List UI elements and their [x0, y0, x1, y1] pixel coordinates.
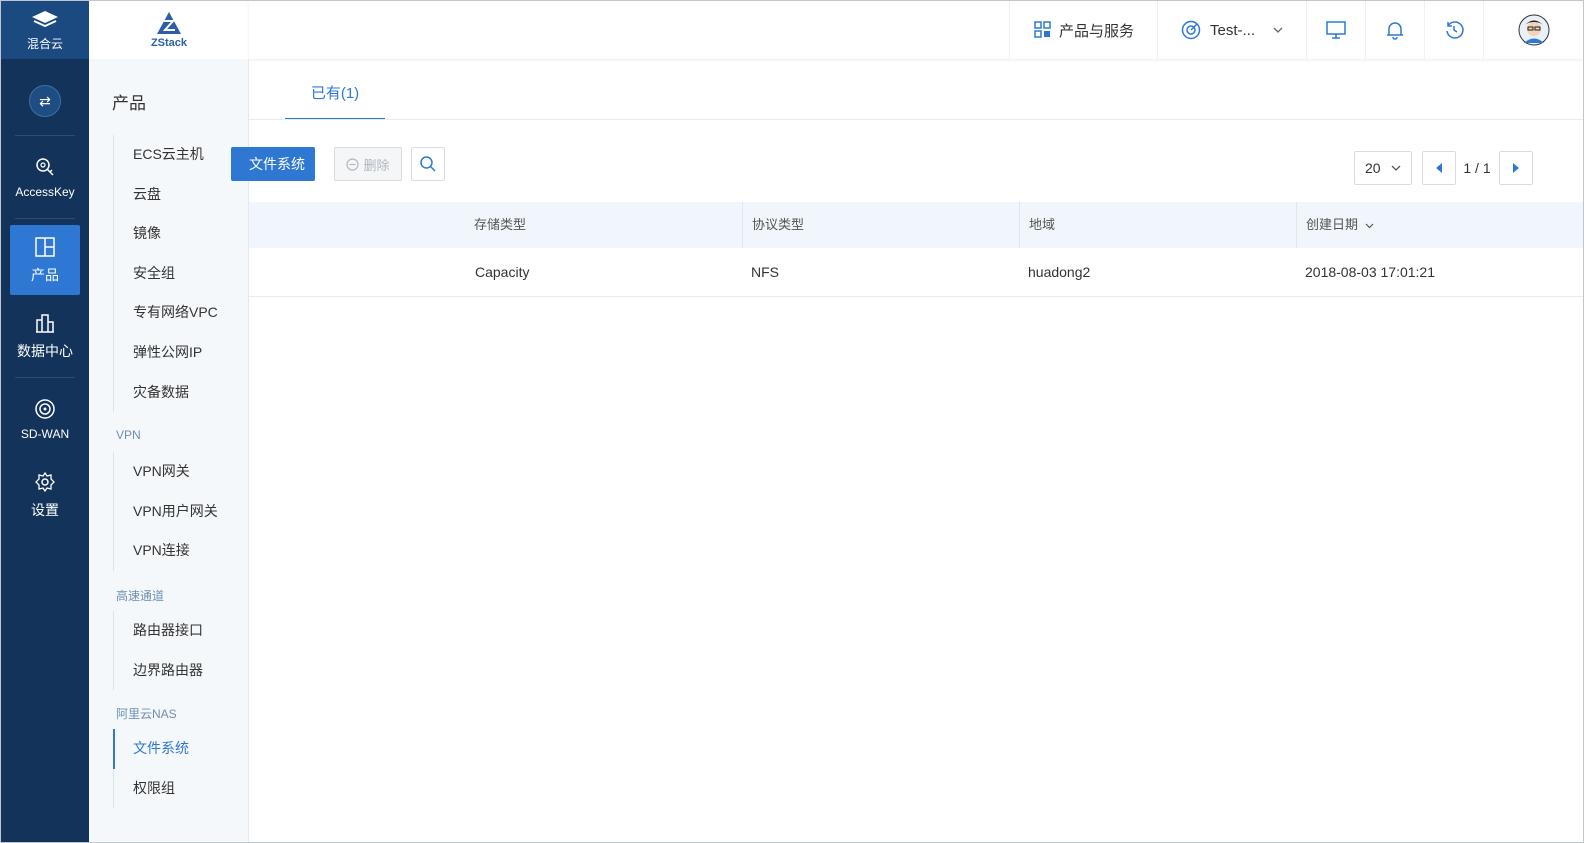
menu-item-disk[interactable]: 云盘 [114, 175, 239, 215]
account-selector[interactable]: Test-... [1157, 1, 1306, 59]
datacenter-icon [36, 313, 54, 333]
create-file-system-button[interactable]: 文件系统 [231, 147, 315, 181]
sdwan-icon [35, 398, 55, 419]
products-services-label: 产品与服务 [1058, 22, 1134, 40]
rail-divider [15, 135, 75, 136]
key-icon [36, 157, 54, 176]
menu-item-backup[interactable]: 灾备数据 [114, 373, 239, 413]
rail-item-label: AccessKey [15, 184, 75, 199]
menu-group-compute: ECS云主机 云盘 镜像 安全组 专有网络VPC 弹性公网IP 灾备数据 [113, 135, 239, 413]
avatar [1518, 14, 1550, 46]
page-indicator: 1 / 1 [1463, 160, 1491, 176]
products-services-button[interactable]: 产品与服务 [1009, 1, 1158, 59]
menu-section-express: 高速通道 [116, 589, 165, 603]
rail-item-product[interactable]: 产品 [10, 225, 80, 295]
left-rail: 混合云 ⇄ AccessKey 产品 数据中心 SD-WAN 设置 [1, 1, 89, 842]
search-icon [420, 156, 436, 172]
switch-icon[interactable]: ⇄ [29, 85, 61, 117]
rail-item-label: 设置 [31, 501, 59, 518]
menu-item-ecs[interactable]: ECS云主机 [114, 135, 239, 175]
column-header-protocol[interactable]: 协议类型 [742, 202, 1019, 248]
menu-item-permission-group[interactable]: 权限组 [114, 769, 239, 809]
table-row[interactable]: Capacity NFS huadong2 2018-08-03 17:01:2… [249, 248, 1583, 297]
rail-item-label: 数据中心 [17, 342, 73, 359]
sort-chevron-icon [1365, 223, 1374, 228]
page-size-value: 20 [1365, 160, 1381, 176]
rail-item-datacenter[interactable]: 数据中心 [10, 301, 80, 371]
menu-item-vpn-user-gateway[interactable]: VPN用户网关 [114, 492, 239, 532]
menu-group-vpn: VPN网关 VPN用户网关 VPN连接 [113, 452, 239, 571]
column-header-storage-type[interactable]: 存储类型 [465, 202, 742, 248]
menu-section-vpn: VPN [116, 428, 141, 442]
bell-icon [1387, 22, 1403, 40]
page-size-select[interactable]: 20 [1354, 151, 1412, 185]
caret-left-icon [1436, 163, 1442, 173]
menu-item-file-system[interactable]: 文件系统 [113, 729, 239, 769]
monitor-icon [1326, 21, 1346, 39]
app-window: 混合云 ⇄ AccessKey 产品 数据中心 SD-WAN 设置 ZStack… [0, 0, 1584, 843]
console-button[interactable] [1306, 1, 1365, 59]
caret-right-icon [1513, 163, 1519, 173]
notifications-button[interactable] [1365, 1, 1424, 59]
product-icon [35, 236, 55, 257]
rail-item-label: SD-WAN [20, 426, 70, 441]
layers-icon [32, 10, 58, 27]
menu-item-vpn-gateway[interactable]: VPN网关 [114, 452, 239, 492]
grid-icon [1034, 21, 1051, 38]
zstack-logo-icon [157, 12, 181, 34]
menu-group-express: 路由器接口 边界路由器 [113, 611, 239, 691]
logo-text: ZStack [150, 37, 188, 49]
table-header: 存储类型 协议类型 地域 创建日期 [249, 202, 1583, 248]
delete-button-label: 删除 [363, 157, 390, 173]
menu-item-vpc[interactable]: 专有网络VPC [114, 293, 239, 333]
account-icon [1181, 20, 1201, 40]
zstack-logo[interactable]: ZStack [89, 1, 249, 59]
rail-item-accesskey[interactable]: AccessKey [10, 142, 80, 212]
next-page-button[interactable] [1499, 151, 1533, 185]
menu-item-image[interactable]: 镜像 [114, 214, 239, 254]
tab-existing[interactable]: 已有(1) [285, 60, 385, 120]
prev-page-button[interactable] [1422, 151, 1456, 185]
brand-label: 混合云 [26, 36, 63, 51]
product-menu: 产品 ECS云主机 云盘 镜像 安全组 专有网络VPC 弹性公网IP 灾备数据 … [89, 59, 249, 842]
user-avatar[interactable] [1483, 1, 1583, 59]
menu-item-border-router[interactable]: 边界路由器 [114, 651, 239, 691]
account-label: Test-... [1209, 21, 1255, 39]
column-header-region[interactable]: 地域 [1019, 202, 1296, 248]
minus-circle-icon [346, 157, 360, 171]
rail-divider [15, 218, 75, 219]
cell-storage-type: Capacity [475, 264, 530, 280]
hybrid-cloud-brand[interactable]: 混合云 [1, 1, 89, 59]
create-button-label: 文件系统 [249, 156, 305, 172]
rail-divider [15, 377, 75, 378]
column-header-created-label: 创建日期 [1306, 217, 1359, 232]
menu-section-nas: 阿里云NAS [116, 707, 177, 721]
search-button[interactable] [411, 147, 445, 181]
cell-created: 2018-08-03 17:01:21 [1305, 264, 1435, 280]
cell-region: huadong2 [1028, 264, 1091, 280]
menu-item-vpn-connection[interactable]: VPN连接 [114, 531, 239, 571]
rail-item-sdwan[interactable]: SD-WAN [10, 384, 80, 454]
menu-item-router-interface[interactable]: 路由器接口 [114, 611, 239, 651]
menu-group-nas: 文件系统 权限组 [113, 729, 239, 809]
column-header-created[interactable]: 创建日期 [1296, 202, 1566, 248]
rail-item-settings[interactable]: 设置 [10, 460, 80, 530]
menu-item-security-group[interactable]: 安全组 [114, 254, 239, 294]
menu-item-eip[interactable]: 弹性公网IP [114, 333, 239, 373]
tab-divider [249, 119, 1583, 120]
delete-button[interactable]: 删除 [334, 147, 402, 181]
chevron-down-icon [1273, 27, 1283, 33]
gear-icon [35, 471, 55, 492]
menu-title: 产品 [112, 94, 146, 113]
top-bar: 产品与服务 Test-... [249, 1, 1583, 59]
rail-item-label: 产品 [31, 266, 59, 283]
history-icon [1446, 21, 1464, 39]
chevron-down-icon [1391, 165, 1401, 171]
history-button[interactable] [1424, 1, 1483, 59]
cell-protocol: NFS [751, 264, 779, 280]
